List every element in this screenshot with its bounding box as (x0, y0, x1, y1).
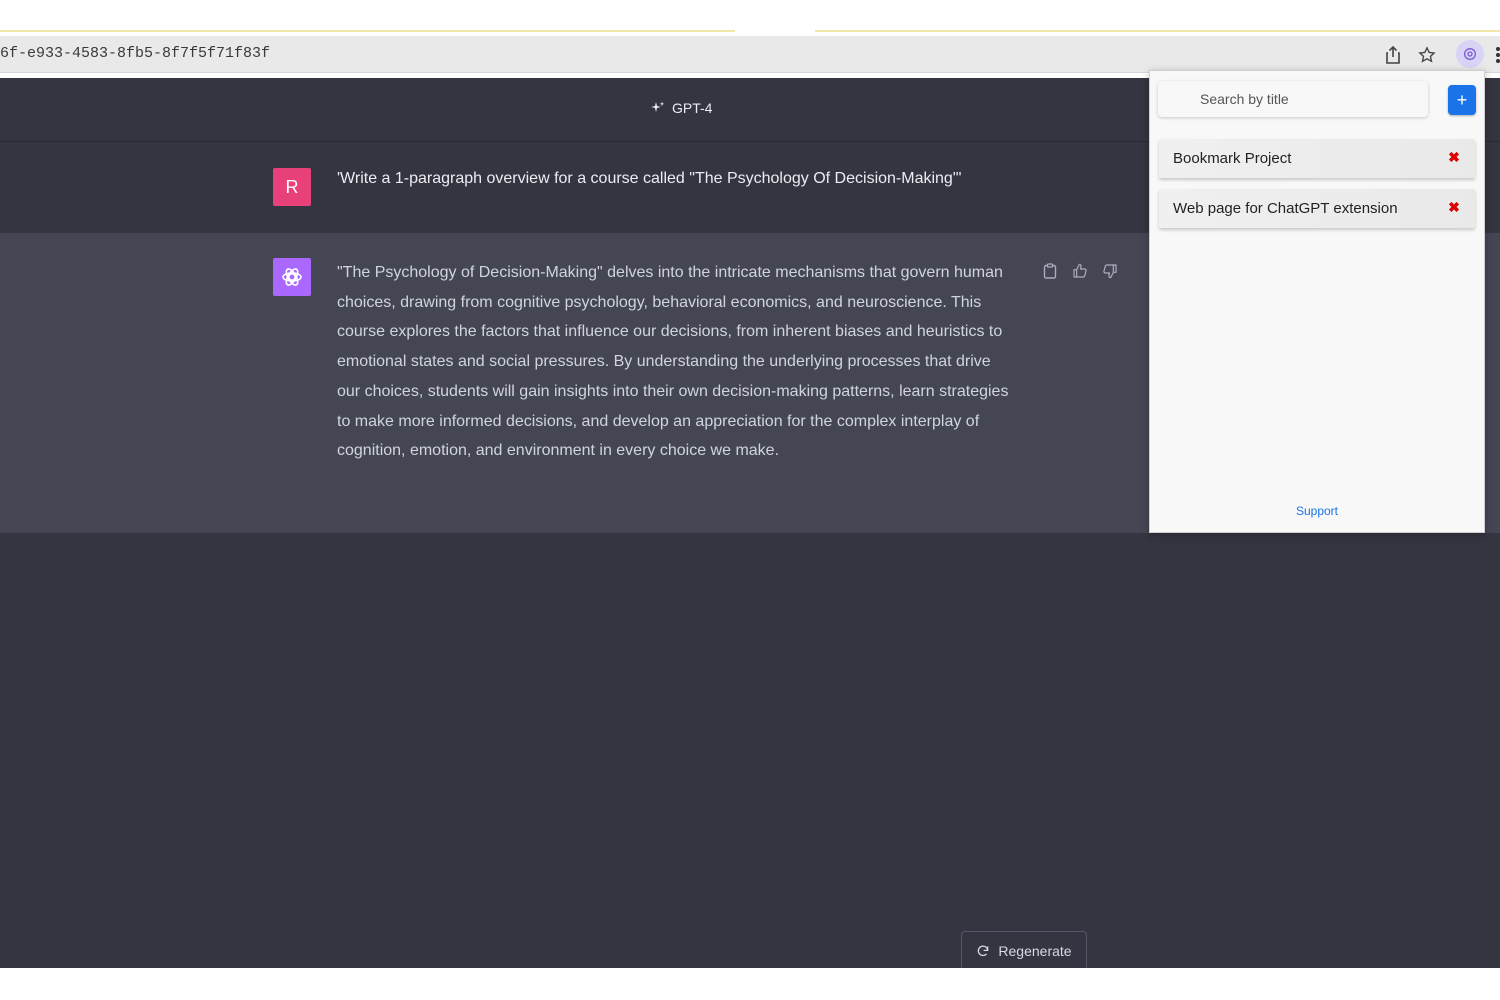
bookmark-item[interactable]: Bookmark Project ✖ (1159, 139, 1475, 178)
url-text[interactable]: 6f-e933-4583-8fb5-8f7f5f71f83f (0, 45, 270, 62)
add-bookmark-button[interactable]: + (1448, 85, 1476, 115)
share-icon[interactable] (1382, 44, 1404, 66)
browser-top-strip (0, 0, 1500, 33)
model-selector[interactable]: GPT-4 (650, 100, 712, 116)
copy-icon[interactable] (1040, 261, 1060, 281)
delete-icon[interactable]: ✖ (1447, 199, 1461, 215)
message-actions (1040, 261, 1120, 281)
address-bar[interactable]: 6f-e933-4583-8fb5-8f7f5f71f83f (0, 36, 1500, 73)
extension-icon[interactable] (1456, 40, 1484, 68)
search-input[interactable] (1158, 81, 1428, 117)
loading-line (0, 30, 735, 32)
bookmark-item[interactable]: Web page for ChatGPT extension ✖ (1159, 189, 1475, 228)
user-message: 'Write a 1-paragraph overview for a cour… (337, 170, 962, 187)
bookmark-extension-popup: + Bookmark Project ✖ Web page for ChatGP… (1149, 70, 1485, 533)
browser-bottom-strip (0, 968, 1500, 1000)
bookmark-title: Web page for ChatGPT extension (1173, 200, 1398, 217)
star-icon[interactable] (1416, 44, 1438, 66)
refresh-icon (978, 945, 989, 957)
loading-line (815, 30, 1500, 32)
thumbs-down-icon[interactable] (1100, 261, 1120, 281)
user-avatar: R (273, 168, 311, 206)
bookmark-title: Bookmark Project (1173, 150, 1292, 167)
more-icon[interactable] (1490, 44, 1500, 66)
regenerate-label: Regenerate (998, 943, 1072, 959)
delete-icon[interactable]: ✖ (1447, 149, 1461, 165)
bookmark-list: Bookmark Project ✖ Web page for ChatGPT … (1159, 139, 1475, 239)
assistant-message: "The Psychology of Decision-Making" delv… (337, 264, 1009, 460)
openai-logo-icon (273, 258, 311, 296)
model-label: GPT-4 (672, 100, 713, 116)
regenerate-button[interactable]: Regenerate (961, 931, 1087, 968)
sparkle-icon (651, 101, 665, 112)
thumbs-up-icon[interactable] (1070, 261, 1090, 281)
support-link[interactable]: Support (1150, 504, 1484, 518)
